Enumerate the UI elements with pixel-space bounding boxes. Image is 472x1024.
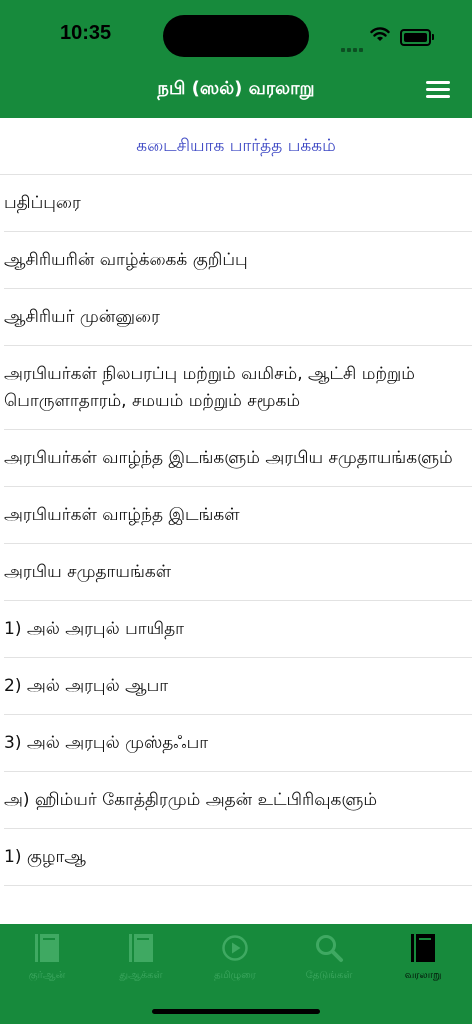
chapter-row[interactable]: அரபியர்கள் வாழ்ந்த இடங்கள் xyxy=(0,487,472,544)
search-icon xyxy=(282,932,376,964)
chapter-row[interactable]: ஆசிரியர் முன்னுரை xyxy=(0,289,472,346)
dynamic-island xyxy=(163,15,309,57)
wifi-icon xyxy=(370,26,390,46)
tab-label: குர்ஆன் xyxy=(28,970,66,981)
hamburger-menu-icon[interactable] xyxy=(426,81,450,101)
book-icon xyxy=(94,932,188,964)
chapter-row[interactable]: 1) குழாஆ xyxy=(0,829,472,886)
chapter-row[interactable]: அரபிய சமுதாயங்கள் xyxy=(0,544,472,601)
tab-history[interactable]: வரலாறு xyxy=(376,932,470,982)
battery-icon xyxy=(400,29,434,46)
page-title: நபி (ஸல்) வரலாறு xyxy=(157,78,315,99)
tab-label: துஆக்கள் xyxy=(119,970,163,981)
tab-label: தமிழுரை xyxy=(214,970,256,981)
tab-label: வரலாறு xyxy=(404,970,442,981)
chapter-row[interactable]: 3) அல் அரபுல் முஸ்தஃபா xyxy=(0,715,472,772)
tab-duas[interactable]: துஆக்கள் xyxy=(94,932,188,982)
chapter-row[interactable]: 1) அல் அரபுல் பாயிதா xyxy=(0,601,472,658)
last-viewed-link[interactable]: கடைசியாக பார்த்த பக்கம் xyxy=(0,118,472,175)
app-header: 10:35 நபி (ஸல்) வரலாறு xyxy=(0,0,472,118)
chapter-list: கடைசியாக பார்த்த பக்கம் பதிப்புரை ஆசிரிய… xyxy=(0,118,472,924)
status-time: 10:35 xyxy=(60,22,112,44)
tab-quran[interactable]: குர்ஆன் xyxy=(0,932,94,982)
chapter-row[interactable]: ஆசிரியரின் வாழ்க்கைக் குறிப்பு xyxy=(0,232,472,289)
home-indicator xyxy=(152,1009,320,1014)
tab-tamil-audio[interactable]: தமிழுரை xyxy=(188,932,282,982)
chapter-row[interactable]: அ) ஹிம்யர் கோத்திரமும் அதன் உட்பிரிவுகளு… xyxy=(0,772,472,829)
play-circle-icon xyxy=(188,932,282,964)
book-icon xyxy=(376,932,470,964)
tab-search[interactable]: தேடுங்கள் xyxy=(282,932,376,982)
chapter-row[interactable]: பதிப்புரை xyxy=(0,175,472,232)
chapter-row[interactable]: 2) அல் அரபுல் ஆபா xyxy=(0,658,472,715)
book-icon xyxy=(0,932,94,964)
chapter-row[interactable]: அரபியர்கள் வாழ்ந்த இடங்களும் அரபிய சமுதா… xyxy=(0,430,472,487)
chapter-row[interactable]: அரபியர்கள் நிலபரப்பு மற்றும் வமிசம், ஆட்… xyxy=(0,346,472,430)
cellular-signal-icon xyxy=(341,37,365,56)
tab-label: தேடுங்கள் xyxy=(305,970,353,981)
